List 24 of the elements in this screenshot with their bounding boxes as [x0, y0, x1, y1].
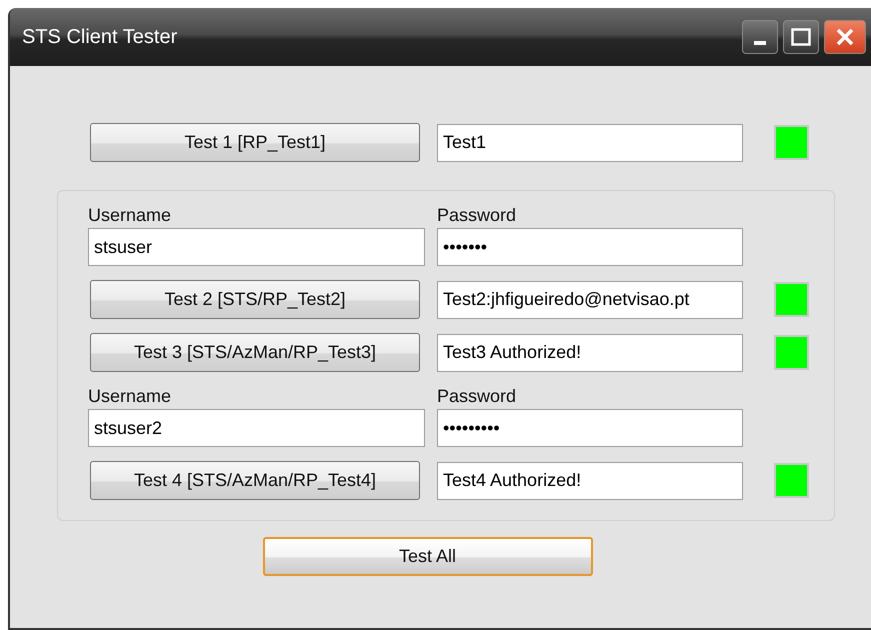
result-field[interactable]: Test1: [437, 124, 743, 162]
close-icon: [835, 27, 855, 47]
password-label: Password: [437, 386, 518, 407]
username-field[interactable]: stsuser2: [88, 409, 425, 447]
test-all-button[interactable]: Test All: [262, 537, 592, 576]
test-button[interactable]: Test 3 [STS/AzMan/RP_Test3]: [90, 333, 420, 372]
close-button[interactable]: [824, 20, 866, 54]
minimize-button[interactable]: [742, 20, 778, 54]
result-field[interactable]: Test2:jhfigueiredo@netvisao.pt: [437, 280, 743, 318]
maximize-button[interactable]: [783, 20, 819, 54]
minimize-icon: [754, 41, 766, 45]
password-field[interactable]: •••••••: [437, 228, 743, 266]
test-button[interactable]: Test 2 [STS/RP_Test2]: [90, 280, 420, 319]
username-label: Username: [88, 386, 172, 407]
result-field[interactable]: Test3 Authorized!: [437, 334, 743, 372]
password-field[interactable]: •••••••••: [437, 409, 743, 447]
username-field[interactable]: stsuser: [88, 228, 425, 266]
result-field[interactable]: Test4 Authorized!: [437, 462, 743, 500]
test-button[interactable]: Test 1 [RP_Test1]: [90, 123, 420, 162]
maximize-icon: [791, 28, 811, 46]
username-label: Username: [88, 205, 172, 226]
password-label: Password: [437, 205, 518, 226]
test-button[interactable]: Test 4 [STS/AzMan/RP_Test4]: [90, 461, 420, 500]
window-title: STS Client Tester: [22, 26, 178, 48]
